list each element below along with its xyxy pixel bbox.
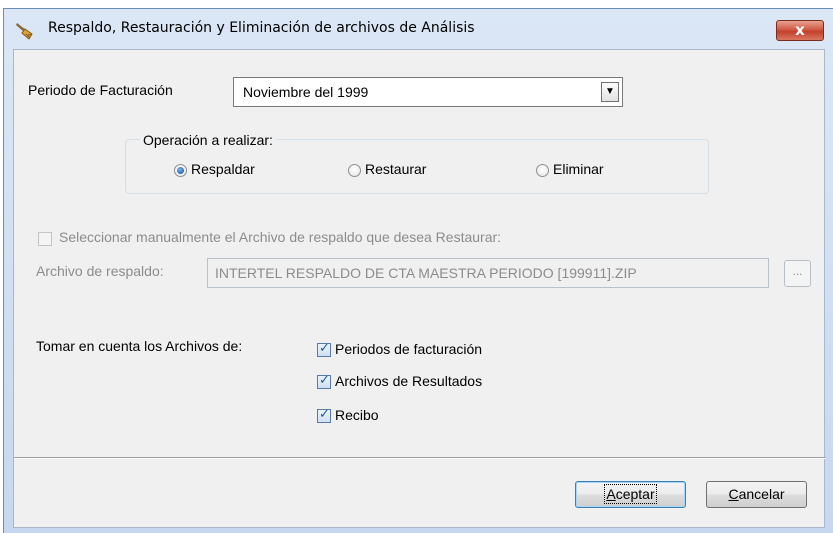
checkbox-periodos[interactable] — [317, 341, 331, 357]
radio-respaldar[interactable] — [174, 164, 187, 177]
backup-file-value: INTERTEL RESPALDO DE CTA MAESTRA PERIODO… — [215, 265, 637, 281]
billing-period-select[interactable]: Noviembre del 1999 ▼ — [233, 77, 623, 107]
billing-period-label: Periodo de Facturación — [28, 82, 173, 98]
radio-eliminar-label[interactable]: Eliminar — [553, 161, 604, 177]
accept-button[interactable]: Aceptar — [575, 481, 686, 508]
footer-separator — [14, 457, 826, 459]
backup-file-field[interactable]: INTERTEL RESPALDO DE CTA MAESTRA PERIODO… — [207, 258, 769, 288]
checkbox-periodos-label[interactable]: Periodos de facturación — [335, 341, 482, 357]
checkbox-recibo[interactable] — [317, 407, 331, 423]
radio-restaurar-label[interactable]: Restaurar — [365, 161, 426, 177]
radio-respaldar-label[interactable]: Respaldar — [191, 161, 255, 177]
dialog-client-area: Periodo de Facturación Noviembre del 199… — [13, 49, 826, 528]
operation-group-title: Operación a realizar: — [140, 132, 276, 148]
cancel-button[interactable]: Cancelar — [706, 481, 807, 508]
checkbox-resultados[interactable] — [317, 373, 331, 389]
manual-select-label: Seleccionar manualmente el Archivo de re… — [59, 229, 502, 245]
dialog-window: Respaldo, Restauración y Eliminación de … — [3, 8, 833, 533]
chevron-down-icon[interactable]: ▼ — [601, 82, 619, 102]
radio-eliminar[interactable] — [536, 164, 549, 177]
broom-icon — [16, 23, 33, 40]
billing-period-value: Noviembre del 1999 — [243, 84, 369, 100]
checkbox-resultados-label[interactable]: Archivos de Resultados — [335, 373, 482, 389]
backup-file-label: Archivo de respaldo: — [36, 263, 164, 279]
close-button[interactable]: x — [776, 20, 824, 41]
manual-select-checkbox[interactable] — [38, 232, 52, 246]
checkbox-recibo-label[interactable]: Recibo — [335, 407, 379, 423]
include-files-label: Tomar en cuenta los Archivos de: — [36, 338, 243, 354]
browse-button[interactable]: ... — [784, 260, 811, 287]
close-icon: x — [795, 21, 805, 39]
title-bar[interactable]: Respaldo, Restauración y Eliminación de … — [4, 9, 833, 49]
radio-restaurar[interactable] — [348, 164, 361, 177]
dialog-title: Respaldo, Restauración y Eliminación de … — [48, 20, 475, 36]
background-strip — [0, 0, 833, 8]
